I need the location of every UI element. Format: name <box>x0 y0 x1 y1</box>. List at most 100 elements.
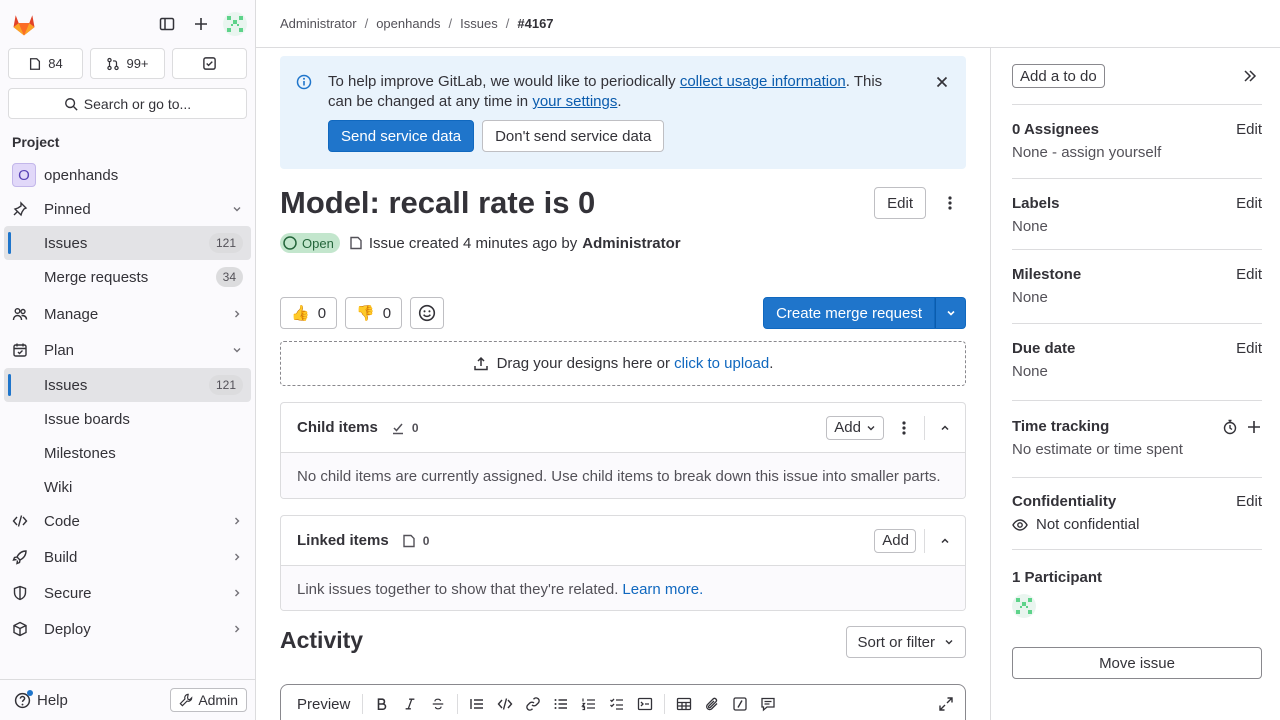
sidebar-item-code[interactable]: Code <box>4 504 251 538</box>
strikethrough-icon[interactable] <box>427 693 449 715</box>
collapse-sidebar-icon[interactable] <box>1242 68 1258 84</box>
sidebar-item-manage[interactable]: Manage <box>4 297 251 331</box>
thumbs-down-button[interactable]: 👎 0 <box>345 297 403 329</box>
table-icon[interactable] <box>673 693 695 715</box>
admin-label: Admin <box>198 692 238 708</box>
chevron-right-icon <box>231 623 243 635</box>
sort-filter-dropdown[interactable]: Sort or filter <box>846 626 966 658</box>
help-button[interactable]: Help <box>14 689 68 709</box>
thumbs-up-button[interactable]: 👍 0 <box>280 297 338 329</box>
design-dropzone[interactable]: Drag your designs here or click to uploa… <box>280 341 966 386</box>
merge-request-dropdown-toggle[interactable] <box>935 297 966 329</box>
gitlab-logo[interactable] <box>10 10 38 38</box>
sidebar-item-issue-boards[interactable]: Issue boards <box>4 402 251 436</box>
chevron-right-icon <box>231 308 243 320</box>
code-icon <box>12 513 28 529</box>
admin-button[interactable]: Admin <box>170 688 247 712</box>
sidebar-item-secure[interactable]: Secure <box>4 576 251 610</box>
edit-milestone-button[interactable]: Edit <box>1236 266 1262 283</box>
sidebar-item-milestones[interactable]: Milestones <box>4 436 251 470</box>
add-time-icon[interactable] <box>1246 419 1262 435</box>
add-child-item-button[interactable]: Add <box>826 415 884 440</box>
issue-author[interactable]: Administrator <box>582 235 680 252</box>
chevron-right-icon <box>231 515 243 527</box>
user-avatar[interactable] <box>223 12 247 36</box>
sidebar-item-pinned[interactable]: Pinned <box>4 192 251 226</box>
bulleted-list-icon[interactable] <box>550 693 572 715</box>
sidebar-section-title: Project <box>12 134 60 150</box>
thumbs-up-count: 0 <box>317 304 327 322</box>
move-issue-button[interactable]: Move issue <box>1012 647 1262 679</box>
eye-icon <box>1012 518 1028 531</box>
dont-send-service-data-button[interactable]: Don't send service data <box>482 120 665 152</box>
edit-confidentiality-button[interactable]: Edit <box>1236 493 1262 510</box>
settings-link[interactable]: your settings <box>532 93 617 110</box>
confidentiality-value: Not confidential <box>1012 516 1262 533</box>
toggle-sidebar-icon[interactable] <box>153 10 181 38</box>
breadcrumb-separator: / <box>364 16 369 31</box>
create-new-icon[interactable] <box>187 10 215 38</box>
usage-info-link[interactable]: collect usage information <box>680 73 846 90</box>
edit-assignees-button[interactable]: Edit <box>1236 121 1262 138</box>
merge-requests-count: 99+ <box>126 56 149 71</box>
breadcrumb-item[interactable]: Issues <box>460 16 498 31</box>
assignees-value[interactable]: None - assign yourself <box>1012 144 1262 161</box>
breadcrumb-item[interactable]: Administrator <box>280 16 357 31</box>
italic-icon[interactable] <box>399 693 421 715</box>
assigned-issues-button[interactable]: 84 <box>8 48 83 79</box>
add-reaction-button[interactable] <box>410 297 445 329</box>
sidebar-item-merge-requests[interactable]: Merge requests 34 <box>4 260 251 294</box>
sidebar-item-wiki[interactable]: Wiki <box>4 470 251 504</box>
merge-requests-label: Merge requests <box>44 268 149 286</box>
manage-label: Manage <box>44 305 99 323</box>
bold-icon[interactable] <box>371 693 393 715</box>
comment-template-icon[interactable] <box>757 693 779 715</box>
collapse-linked-items-icon[interactable] <box>933 529 957 553</box>
link-icon[interactable] <box>522 693 544 715</box>
learn-more-link[interactable]: Learn more. <box>622 581 703 598</box>
close-icon[interactable] <box>934 74 950 90</box>
task-list-icon[interactable] <box>606 693 628 715</box>
sidebar-item-deploy[interactable]: Deploy <box>4 612 251 646</box>
fullscreen-icon[interactable] <box>935 693 957 715</box>
edit-due-date-button[interactable]: Edit <box>1236 340 1262 357</box>
smiley-icon <box>418 304 436 322</box>
attach-file-icon[interactable] <box>701 693 723 715</box>
edit-issue-button[interactable]: Edit <box>874 187 926 219</box>
child-items-empty: No child items are currently assigned. U… <box>281 453 965 498</box>
status-label: Open <box>302 235 334 251</box>
collapse-child-items-icon[interactable] <box>933 416 957 440</box>
slash-commands-icon[interactable] <box>729 693 751 715</box>
quote-icon[interactable] <box>466 693 488 715</box>
sidebar-item-pinned-issues[interactable]: Issues 121 <box>4 226 251 260</box>
breadcrumb-current[interactable]: #4167 <box>517 16 553 31</box>
todos-button[interactable] <box>172 48 247 79</box>
sidebar-item-project[interactable]: O openhands <box>4 158 251 192</box>
add-todo-button[interactable]: Add a to do <box>1012 64 1105 88</box>
upload-link[interactable]: click to upload <box>674 355 769 372</box>
child-items-more-icon[interactable] <box>892 416 916 440</box>
comment-editor[interactable]: Preview <box>280 684 966 720</box>
merge-requests-count-badge: 34 <box>215 267 243 287</box>
child-items-card: Child items 0 Add No child items are cur <box>280 402 966 499</box>
add-linked-item-button[interactable]: Add <box>874 528 916 553</box>
sidebar-item-build[interactable]: Build <box>4 540 251 574</box>
send-service-data-button[interactable]: Send service data <box>328 120 475 152</box>
numbered-list-icon[interactable] <box>578 693 600 715</box>
sidebar-item-plan[interactable]: Plan <box>4 333 251 367</box>
preview-tab[interactable]: Preview <box>297 696 350 713</box>
sidebar-item-plan-issues[interactable]: Issues 121 <box>4 368 251 402</box>
breadcrumb-item[interactable]: openhands <box>376 16 440 31</box>
collapsible-icon[interactable] <box>634 693 656 715</box>
more-actions-icon[interactable] <box>934 187 966 219</box>
edit-labels-button[interactable]: Edit <box>1236 195 1262 212</box>
merge-requests-button[interactable]: 99+ <box>90 48 165 79</box>
editor-toolbar: Preview <box>281 685 965 720</box>
search-button[interactable]: Search or go to... <box>8 88 247 119</box>
participant-avatar[interactable] <box>1012 594 1036 618</box>
code-icon[interactable] <box>494 693 516 715</box>
stopwatch-icon[interactable] <box>1222 419 1238 435</box>
dropzone-text: Drag your designs here or <box>496 355 675 372</box>
child-items-count: 0 <box>390 420 419 436</box>
create-merge-request-button[interactable]: Create merge request <box>763 297 935 329</box>
